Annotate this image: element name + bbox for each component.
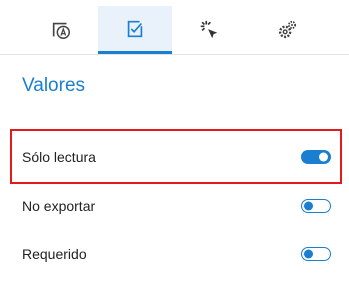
- read-only-label: Sólo lectura: [22, 148, 96, 165]
- section-title: Valores: [22, 75, 86, 96]
- toggle-knob: [304, 249, 313, 259]
- tab-bar: [0, 0, 349, 55]
- no-export-toggle[interactable]: [301, 199, 331, 213]
- property-row-required: Requerido: [0, 234, 349, 274]
- form-a-icon: [52, 22, 70, 39]
- property-row-read-only: Sólo lectura: [10, 129, 342, 184]
- property-row-no-export: No exportar: [0, 186, 349, 226]
- required-label: Requerido: [22, 246, 87, 262]
- no-export-label: No exportar: [22, 198, 96, 214]
- required-toggle[interactable]: [301, 247, 331, 261]
- toggle-knob: [319, 152, 328, 161]
- checkbox-edit-icon: [127, 20, 143, 37]
- toggle-knob: [304, 201, 313, 211]
- tab-events[interactable]: [172, 6, 246, 54]
- cursor-click-icon: [200, 20, 218, 39]
- tab-settings[interactable]: [250, 6, 324, 54]
- read-only-toggle[interactable]: [301, 149, 331, 164]
- tab-form-a[interactable]: [24, 6, 98, 54]
- gears-icon: [278, 20, 297, 39]
- tab-values[interactable]: [98, 6, 172, 54]
